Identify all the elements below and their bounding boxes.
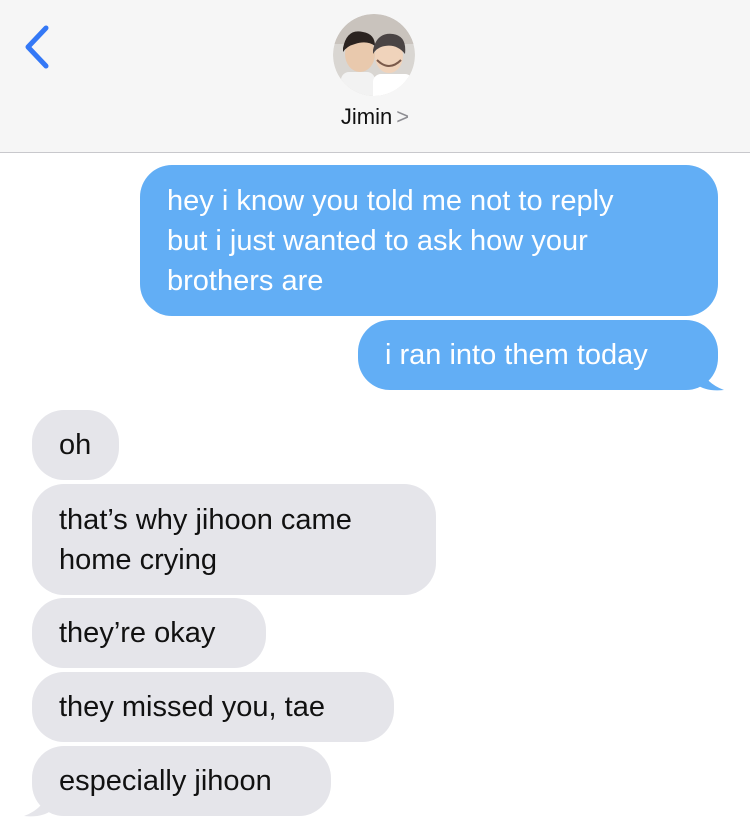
chevron-left-icon (25, 25, 49, 69)
message-bubble-received[interactable]: oh (32, 410, 119, 480)
bubble-tail-sent (696, 360, 724, 391)
message-bubble-received[interactable]: they’re okay (32, 598, 266, 668)
conversation-header: Jimin > (0, 0, 750, 153)
message-bubble-received[interactable]: especially jihoon (32, 746, 331, 816)
chevron-right-icon: > (396, 104, 410, 129)
messages-screen: Jimin > hey i know you told me not to rep… (0, 0, 750, 830)
contact-avatar[interactable] (333, 14, 415, 96)
message-bubble-sent[interactable]: hey i know you told me not to reply but … (140, 165, 718, 316)
message-bubble-received[interactable]: that’s why jihoon came home crying (32, 484, 436, 595)
message-bubble-sent[interactable]: i ran into them today (358, 320, 718, 390)
avatar-photo (333, 14, 415, 96)
contact-name: Jimin (340, 104, 393, 129)
contact-name-button[interactable]: Jimin > (0, 104, 750, 130)
message-bubble-received[interactable]: they missed you, tae (32, 672, 394, 742)
bubble-tail-received (24, 786, 52, 817)
back-button[interactable] (18, 22, 58, 72)
